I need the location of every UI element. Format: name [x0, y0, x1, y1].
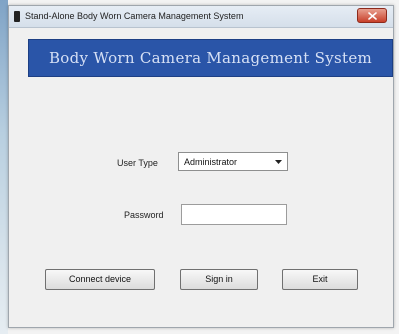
connect-device-button[interactable]: Connect device — [45, 269, 155, 290]
window-title: Stand-Alone Body Worn Camera Management … — [25, 11, 244, 21]
close-button[interactable] — [357, 8, 387, 23]
close-icon — [368, 12, 377, 20]
user-type-label: User Type — [117, 158, 158, 168]
user-type-value: Administrator — [184, 157, 238, 167]
dropdown-arrow-icon — [275, 160, 282, 164]
exit-button[interactable]: Exit — [282, 269, 358, 290]
app-banner: Body Worn Camera Management System — [28, 39, 393, 77]
sign-in-button[interactable]: Sign in — [180, 269, 258, 290]
password-field[interactable] — [181, 204, 287, 225]
title-bar[interactable]: Stand-Alone Body Worn Camera Management … — [9, 6, 393, 28]
user-type-dropdown[interactable]: Administrator — [178, 152, 288, 171]
app-icon — [14, 11, 20, 22]
password-label: Password — [124, 210, 164, 220]
desktop-background-strip — [0, 0, 8, 334]
